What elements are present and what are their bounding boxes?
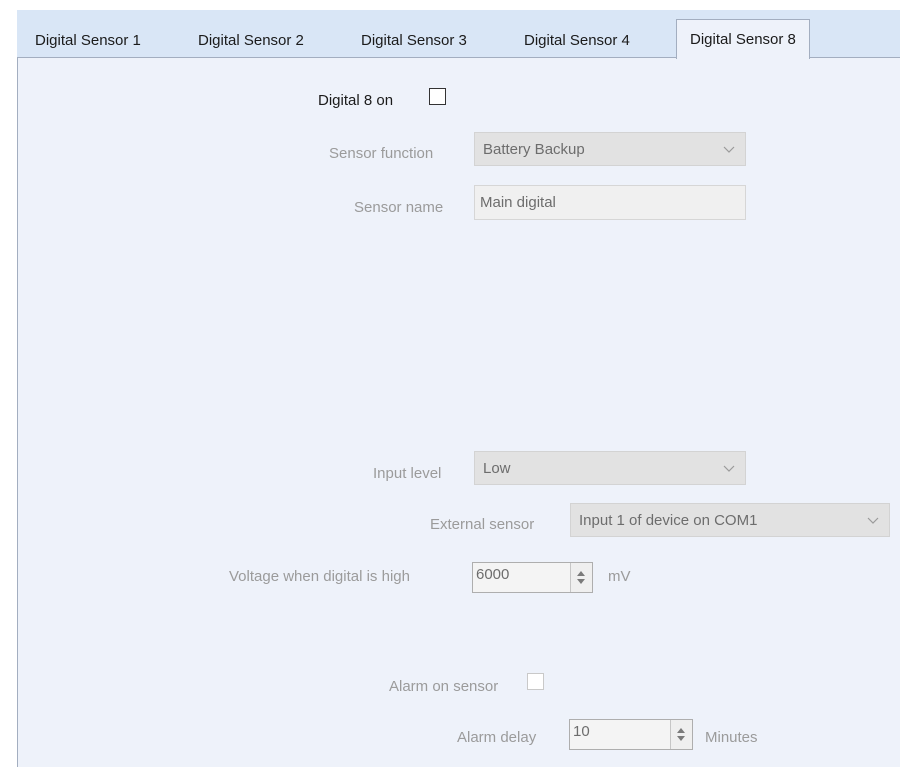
voltage-label: Voltage when digital is high — [229, 568, 410, 585]
voltage-spinner-buttons[interactable] — [570, 563, 592, 592]
input-level-value: Low — [483, 460, 511, 477]
sensor-function-label: Sensor function — [329, 145, 434, 162]
chevron-down-icon — [723, 465, 735, 472]
spinner-down-icon[interactable] — [577, 579, 585, 584]
chevron-down-icon — [867, 517, 879, 524]
spinner-down-icon[interactable] — [677, 736, 685, 741]
input-level-select[interactable]: Low — [474, 451, 746, 485]
alarm-delay-unit: Minutes — [705, 729, 758, 746]
alarm-delay-label: Alarm delay — [457, 729, 537, 746]
digital-on-label: Digital 8 on — [318, 92, 394, 109]
voltage-value: 6000 — [476, 566, 510, 583]
external-sensor-select[interactable]: Input 1 of device on COM1 — [570, 503, 890, 537]
tab-strip: Digital Sensor 1 Digital Sensor 2 Digita… — [17, 10, 900, 59]
input-level-label: Input level — [373, 465, 442, 482]
sensor-name-input[interactable]: Main digital — [474, 185, 746, 220]
digital-on-checkbox[interactable] — [429, 88, 446, 105]
spinner-up-icon[interactable] — [677, 728, 685, 733]
voltage-unit: mV — [608, 568, 631, 585]
tab-digital-sensor-2[interactable]: Digital Sensor 2 — [198, 23, 304, 58]
sensor-name-label: Sensor name — [354, 199, 444, 216]
tab-digital-sensor-4[interactable]: Digital Sensor 4 — [524, 23, 630, 58]
alarm-delay-spinner-buttons[interactable] — [670, 720, 692, 749]
alarm-delay-value: 10 — [573, 723, 590, 740]
alarm-on-sensor-label: Alarm on sensor — [389, 678, 499, 695]
spinner-up-icon[interactable] — [577, 571, 585, 576]
tab-digital-sensor-3[interactable]: Digital Sensor 3 — [361, 23, 467, 58]
tab-digital-sensor-1[interactable]: Digital Sensor 1 — [35, 23, 141, 58]
sensor-function-select[interactable]: Battery Backup — [474, 132, 746, 166]
voltage-spinner[interactable]: 6000 — [472, 562, 593, 593]
chevron-down-icon — [723, 146, 735, 153]
sensor-name-value: Main digital — [480, 194, 556, 211]
sensor-settings-panel — [17, 57, 900, 767]
alarm-delay-spinner[interactable]: 10 — [569, 719, 693, 750]
external-sensor-label: External sensor — [430, 516, 535, 533]
sensor-function-value: Battery Backup — [483, 141, 585, 158]
alarm-on-sensor-checkbox[interactable] — [527, 673, 544, 690]
tab-digital-sensor-8[interactable]: Digital Sensor 8 — [676, 19, 810, 59]
external-sensor-value: Input 1 of device on COM1 — [579, 512, 758, 529]
